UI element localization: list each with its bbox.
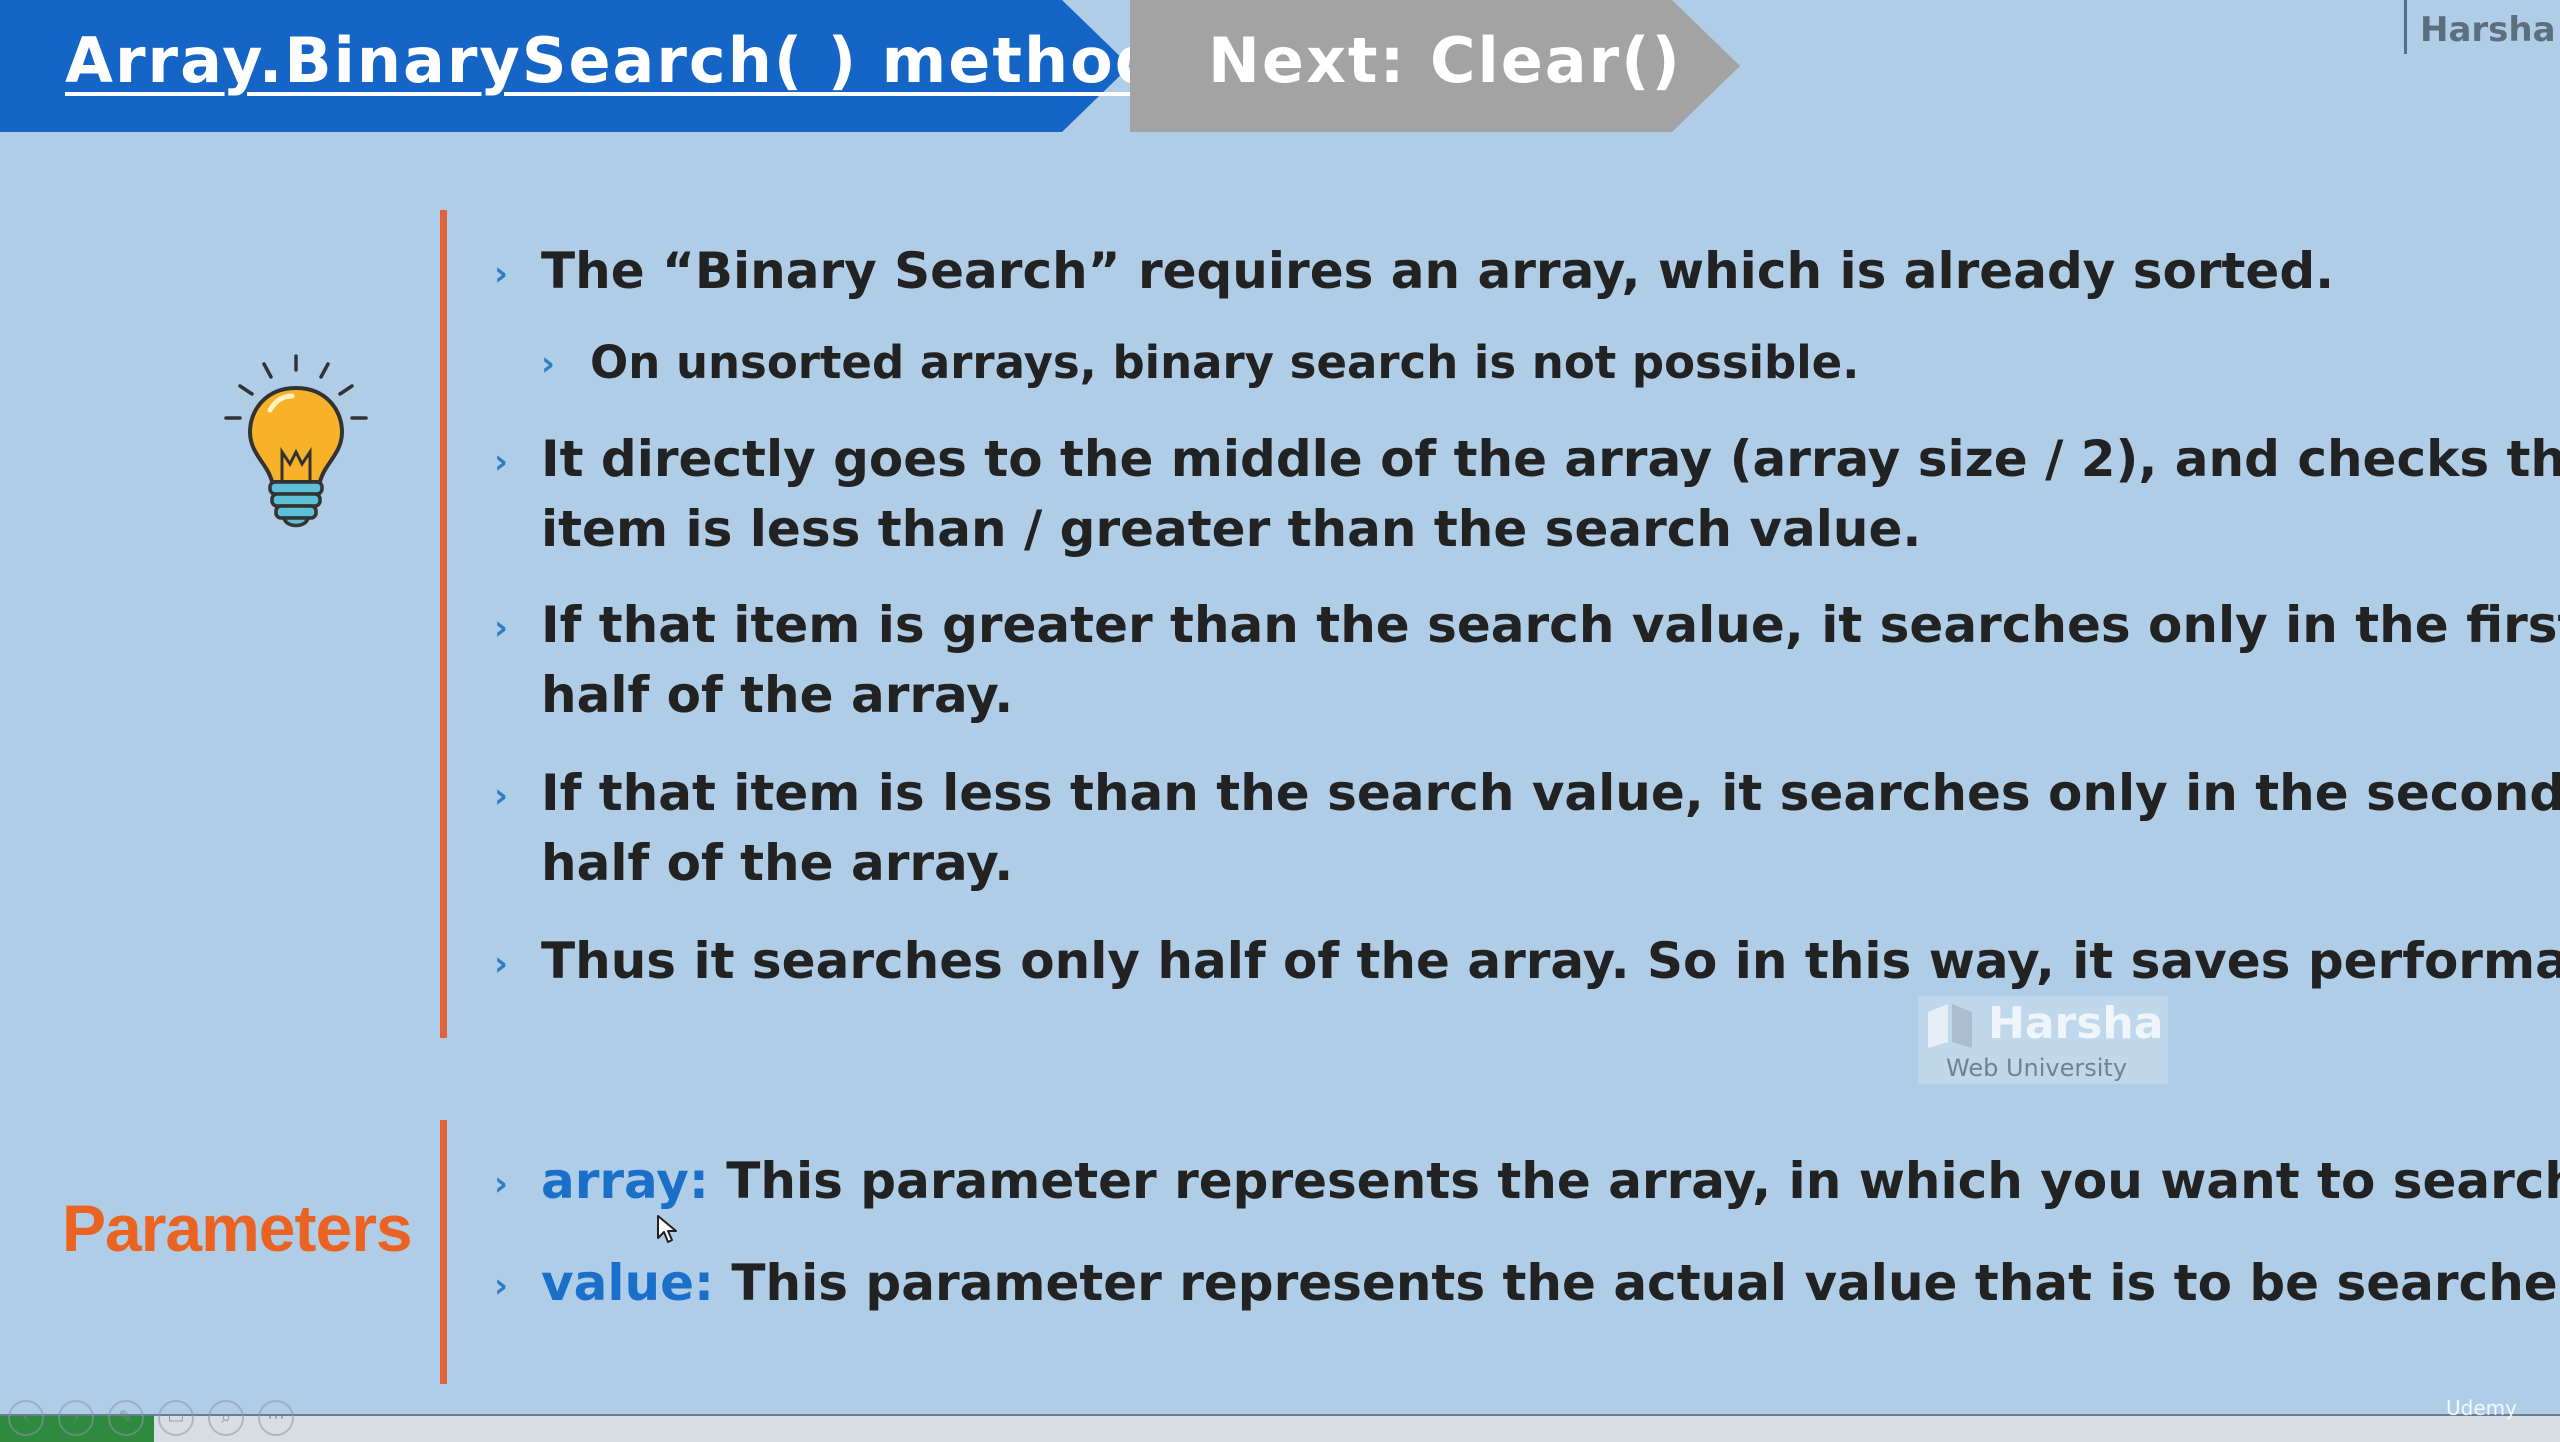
param-array: array: This parameter represents the arr… <box>541 1146 2560 1216</box>
pen-icon[interactable]: ✎ <box>108 1400 144 1436</box>
harsha-logo-icon <box>1928 1004 1972 1048</box>
watermark-name: Harsha <box>1988 998 2164 1049</box>
bullet-performance: Thus it searches only half of the array.… <box>541 932 2560 990</box>
more-icon[interactable]: ⋯ <box>258 1400 294 1436</box>
content-divider-line <box>440 210 447 1038</box>
prev-icon[interactable]: ‹ <box>8 1400 44 1436</box>
bullet-marker: › <box>494 944 509 984</box>
param-value: value: This parameter represents the act… <box>541 1248 2560 1318</box>
bullet-marker: › <box>494 1164 509 1204</box>
slides-icon[interactable]: ▭ <box>158 1400 194 1436</box>
bullet-sorted-requirement: The “Binary Search” requires an array, w… <box>541 242 2335 300</box>
bullet-middle-line1: It directly goes to the middle of the ar… <box>541 430 2560 488</box>
next-icon[interactable]: › <box>58 1400 94 1436</box>
param-array-name: array: <box>541 1152 709 1210</box>
bullet-greater-line2: half of the array. <box>541 666 1014 724</box>
brand-divider <box>2404 0 2407 54</box>
udemy-logo: Udemy <box>2446 1396 2517 1420</box>
parameters-heading: Parameters <box>62 1191 413 1265</box>
next-topic-label: Next: Clear() <box>1208 24 1682 97</box>
bullet-greater-line1: If that item is greater than the search … <box>541 596 2560 654</box>
parameters-divider-line <box>440 1120 447 1384</box>
harsha-watermark: Harsha Web University <box>1918 996 2168 1084</box>
sub-bullet-unsorted: On unsorted arrays, binary search is not… <box>590 336 1860 389</box>
param-array-description: This parameter represents the array, in … <box>726 1152 2560 1210</box>
bullet-marker: › <box>494 608 509 648</box>
brand-name: Harsha <box>2420 10 2556 50</box>
bullet-middle-line2: item is less than / greater than the sea… <box>541 500 1922 558</box>
bullet-marker: › <box>494 776 509 816</box>
bullet-marker: › <box>494 1266 509 1306</box>
mouse-cursor-icon <box>657 1215 677 1243</box>
bullet-less-line2: half of the array. <box>541 834 1014 892</box>
watermark-subtitle: Web University <box>1946 1054 2128 1082</box>
bullet-marker: › <box>494 442 509 482</box>
param-value-name: value: <box>541 1254 714 1312</box>
video-progress-bar[interactable] <box>0 1414 2560 1442</box>
sub-bullet-marker: › <box>541 344 556 384</box>
zoom-icon[interactable]: ⌕ <box>208 1400 244 1436</box>
slide-title: Array.BinarySearch( ) method <box>65 24 1162 97</box>
lightbulb-icon <box>224 354 368 528</box>
param-value-description: This parameter represents the actual val… <box>731 1254 2560 1312</box>
bullet-marker: › <box>494 254 509 294</box>
bullet-less-line1: If that item is less than the search val… <box>541 764 2560 822</box>
